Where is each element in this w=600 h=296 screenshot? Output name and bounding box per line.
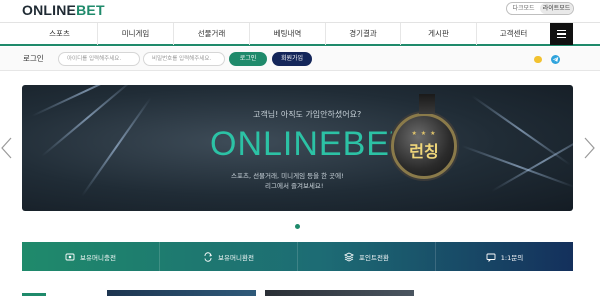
dark-mode-option[interactable]: 다크모드: [507, 3, 540, 14]
hamburger-menu-button[interactable]: [550, 23, 573, 45]
promo-thumbnail[interactable]: [107, 290, 256, 296]
menu-icon-bar: [557, 33, 566, 35]
inquiry-icon: [486, 253, 496, 262]
medal-stars: ★ ★ ★: [411, 130, 437, 137]
quick-deposit-button[interactable]: 보유머니충전: [22, 242, 160, 271]
quick-point-convert-button[interactable]: 포인트전환: [298, 242, 436, 271]
quick-inquiry-label: 1:1문의: [500, 253, 524, 262]
nav-item-bet-history[interactable]: 베팅내역: [249, 23, 325, 45]
medal-text: 런칭: [409, 142, 439, 161]
site-logo[interactable]: ONLINEBET: [22, 2, 105, 18]
username-input[interactable]: 아이디를 입력해주세요.: [58, 52, 140, 66]
banner-description: 스포츠, 선물거래, 미니게임 등을 한 곳에!: [231, 172, 344, 180]
launch-medal-icon: ★ ★ ★ 런칭: [391, 94, 457, 179]
login-button[interactable]: 로그인: [229, 52, 267, 66]
stadium-light-beam: [31, 85, 142, 117]
banner-subtitle: 고객님! 아직도 가입안하셨어요?: [253, 110, 362, 119]
light-mode-option[interactable]: 라이트모드: [540, 3, 573, 14]
exchange-icon: [204, 251, 213, 262]
theme-toggle[interactable]: 다크모드 라이트모드: [506, 2, 574, 15]
deposit-icon: [65, 253, 75, 260]
stadium-light-beam: [41, 85, 135, 157]
banner-prev-arrow-icon[interactable]: [0, 137, 14, 159]
telegram-icon[interactable]: [551, 55, 560, 64]
hero-banner[interactable]: 고객님! 아직도 가입안하셨어요? ONLINEBET 스포츠, 선물거래, 미…: [22, 85, 573, 211]
menu-icon-bar: [557, 36, 566, 38]
main-nav: 스포츠 미니게임 선물거래 베팅내역 경기결과 게시판 고객센터: [0, 22, 600, 46]
password-input[interactable]: 비밀번호를 입력해주세요.: [143, 52, 225, 66]
point-convert-icon: [344, 251, 355, 262]
nav-item-futures[interactable]: 선물거래: [173, 23, 249, 45]
banner-next-arrow-icon[interactable]: [582, 137, 596, 159]
login-bar: 로그인 아이디를 입력해주세요. 비밀번호를 입력해주세요. 로그인 회원가입: [0, 47, 600, 71]
nav-item-minigame[interactable]: 미니게임: [97, 23, 173, 45]
nav-item-sports[interactable]: 스포츠: [22, 23, 97, 45]
menu-icon-bar: [557, 30, 566, 32]
banner-brand: ONLINEBET: [210, 125, 412, 163]
quick-point-convert-label: 포인트전환: [359, 253, 389, 262]
quick-deposit-label: 보유머니충전: [80, 253, 116, 262]
medal-ribbon: [419, 94, 435, 114]
banner-description: 리그에서 즐겨보세요!: [265, 182, 324, 190]
top-header: ONLINEBET 다크모드 라이트모드: [0, 0, 600, 22]
quick-withdraw-button[interactable]: 보유머니환전: [160, 242, 298, 271]
quick-inquiry-button[interactable]: 1:1문의: [436, 242, 573, 271]
nav-item-results[interactable]: 경기결과: [325, 23, 400, 45]
promo-thumbnail[interactable]: [265, 290, 414, 296]
nav-item-support[interactable]: 고객센터: [476, 23, 550, 45]
kakaotalk-icon[interactable]: [534, 56, 542, 63]
carousel-indicator[interactable]: [295, 224, 300, 229]
quick-menu: 보유머니충전 보유머니환전 포인트전환 1:1문의: [22, 242, 573, 271]
quick-withdraw-label: 보유머니환전: [218, 253, 254, 262]
nav-item-board[interactable]: 게시판: [400, 23, 476, 45]
signup-button[interactable]: 회원가입: [272, 52, 312, 66]
login-label: 로그인: [23, 54, 44, 63]
